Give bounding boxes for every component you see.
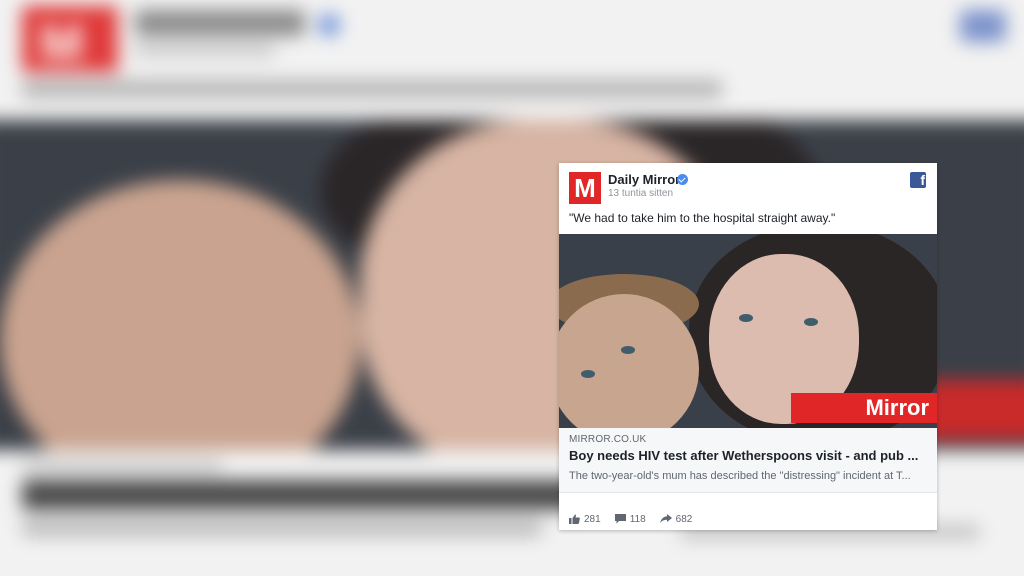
share-arrow-icon <box>659 514 672 523</box>
link-domain: MIRROR.CO.UK <box>569 434 647 445</box>
comment-count: 118 <box>629 513 646 525</box>
link-description: The two-year-old's mum has described the… <box>569 470 911 482</box>
comment-icon <box>614 514 626 524</box>
verified-badge-icon <box>677 174 688 185</box>
mirror-brand-text: Mirror <box>865 395 929 420</box>
page-name[interactable]: Daily Mirror <box>608 172 680 187</box>
reaction-stats: 281 118 682 <box>569 512 706 526</box>
share-stat[interactable]: 682 <box>659 513 693 525</box>
post-text: "We had to take him to the hospital stra… <box>569 211 836 225</box>
facebook-post-card: M Daily Mirror 13 tuntia sitten f "We ha… <box>559 163 937 530</box>
like-count: 281 <box>584 513 601 525</box>
mirror-brand-banner: Mirror <box>791 393 937 423</box>
comment-stat[interactable]: 118 <box>614 513 646 525</box>
link-preview-meta[interactable]: MIRROR.CO.UK Boy needs HIV test after We… <box>559 428 937 493</box>
share-count: 682 <box>675 513 693 525</box>
page-logo[interactable]: M <box>569 172 601 204</box>
link-preview-image[interactable]: Mirror <box>559 234 937 428</box>
like-stat[interactable]: 281 <box>569 514 601 525</box>
thumbs-up-icon <box>569 514 580 524</box>
facebook-icon[interactable]: f <box>910 172 926 188</box>
post-timestamp[interactable]: 13 tuntia sitten <box>608 188 673 199</box>
page-logo-letter: M <box>574 173 596 203</box>
link-headline[interactable]: Boy needs HIV test after Wetherspoons vi… <box>569 448 929 463</box>
